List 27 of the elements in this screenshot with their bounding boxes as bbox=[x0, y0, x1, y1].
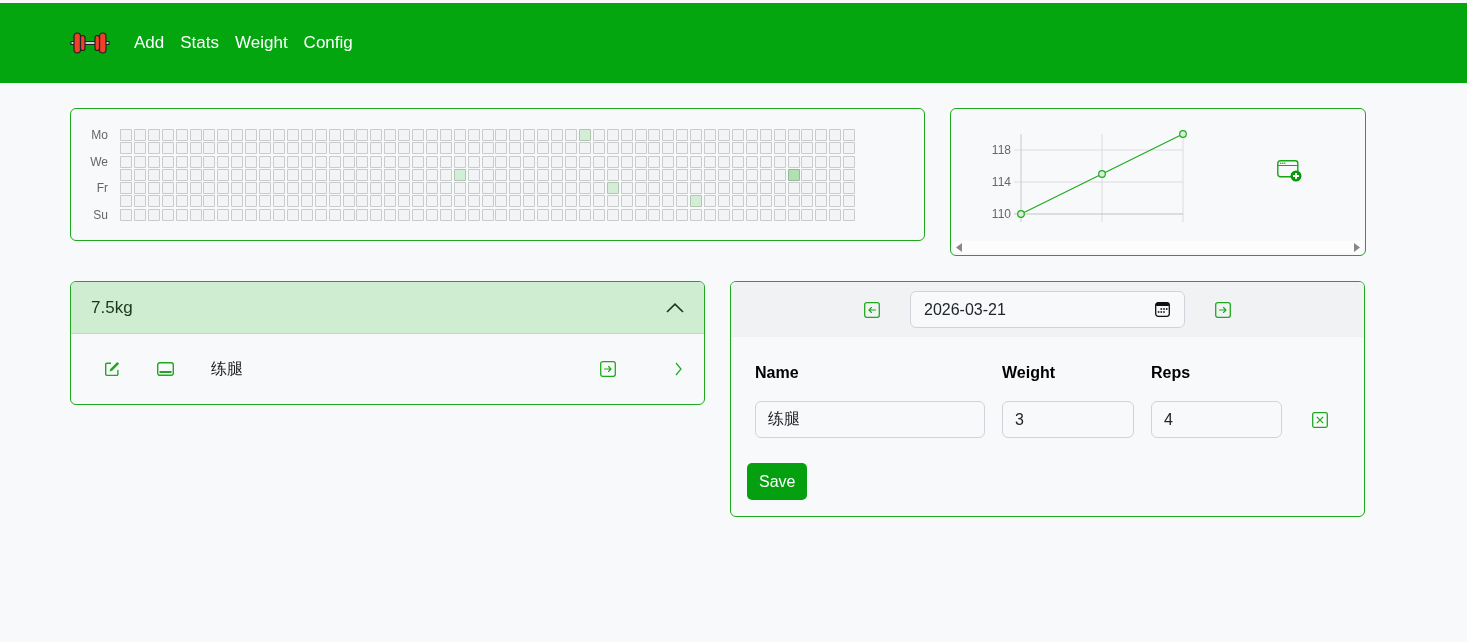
exercise-name: 练腿 bbox=[211, 358, 243, 379]
y-tick-label: 114 bbox=[991, 175, 1011, 189]
column-header: Reps bbox=[1151, 363, 1192, 383]
scroll-left-icon[interactable] bbox=[956, 242, 962, 252]
date-input[interactable]: 2026-03-21 bbox=[910, 291, 1185, 328]
weight-input[interactable]: 3 bbox=[1002, 401, 1134, 438]
name-input[interactable]: 练腿 bbox=[755, 401, 985, 438]
day-label: Su bbox=[93, 208, 108, 221]
calendar-icon[interactable] bbox=[1155, 302, 1170, 317]
card-icon[interactable] bbox=[157, 362, 174, 376]
window-plus-icon[interactable] bbox=[1277, 160, 1302, 182]
reps-input[interactable]: 4 bbox=[1151, 401, 1282, 438]
column-header: Weight bbox=[1002, 363, 1057, 383]
edit-icon[interactable] bbox=[104, 361, 120, 377]
accordion-header[interactable]: 7.5kg bbox=[71, 282, 704, 334]
day-label: We bbox=[90, 155, 108, 168]
column-header: Name bbox=[755, 363, 800, 383]
close-icon[interactable] bbox=[1312, 411, 1328, 428]
dumbbell-icon[interactable] bbox=[70, 32, 110, 54]
y-tick-label: 110 bbox=[991, 207, 1011, 221]
day-label: Mo bbox=[91, 129, 108, 141]
day-label: Fr bbox=[96, 182, 108, 195]
horizontal-scrollbar[interactable] bbox=[953, 241, 1363, 253]
scroll-right-icon[interactable] bbox=[1354, 242, 1360, 252]
y-tick-label: 118 bbox=[991, 143, 1011, 157]
chevron-right-icon[interactable] bbox=[675, 362, 682, 376]
chevron-up-icon bbox=[666, 302, 684, 313]
